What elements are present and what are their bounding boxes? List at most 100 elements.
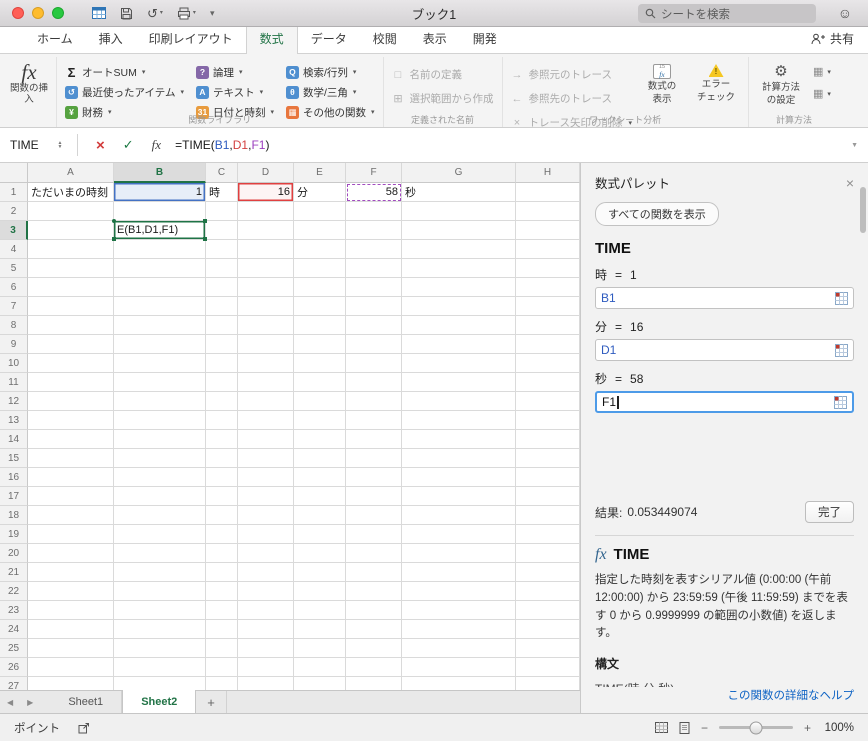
cell-C26[interactable] [206, 658, 238, 677]
cell-F3[interactable] [346, 221, 402, 240]
cell-B12[interactable] [114, 392, 206, 411]
selection-handle[interactable] [203, 219, 207, 223]
cell-G22[interactable] [402, 582, 516, 601]
sheet-tab-Sheet2[interactable]: Sheet2 [122, 690, 197, 713]
cell-F24[interactable] [346, 620, 402, 639]
cell-H11[interactable] [516, 373, 580, 392]
range-selector-icon[interactable] [834, 395, 847, 409]
calculation-options-button[interactable]: ⚙ 計算方法 の設定 [757, 59, 805, 114]
row-header-2[interactable]: 2 [0, 202, 28, 221]
cell-F5[interactable] [346, 259, 402, 278]
row-header-11[interactable]: 11 [0, 373, 28, 392]
cell-D25[interactable] [238, 639, 294, 658]
cell-H8[interactable] [516, 316, 580, 335]
cell-G16[interactable] [402, 468, 516, 487]
column-header-H[interactable]: H [516, 163, 580, 183]
cell-G27[interactable] [402, 677, 516, 690]
cell-G4[interactable] [402, 240, 516, 259]
zoom-out-button[interactable]: − [701, 722, 708, 734]
cell-G10[interactable] [402, 354, 516, 373]
row-header-4[interactable]: 4 [0, 240, 28, 259]
tab-データ[interactable]: データ [298, 24, 360, 53]
row-header-26[interactable]: 26 [0, 658, 28, 677]
tab-開発[interactable]: 開発 [460, 24, 510, 53]
add-sheet-button[interactable]: + [196, 691, 227, 713]
cell-F13[interactable] [346, 411, 402, 430]
cell-F6[interactable] [346, 278, 402, 297]
cell-F7[interactable] [346, 297, 402, 316]
prev-sheet-arrow-icon[interactable]: ◀ [0, 691, 20, 713]
cell-C15[interactable] [206, 449, 238, 468]
cell-E7[interactable] [294, 297, 346, 316]
insert-function-fx-button[interactable]: fx [152, 137, 161, 153]
cell-D6[interactable] [238, 278, 294, 297]
cell-D4[interactable] [238, 240, 294, 259]
cell-G19[interactable] [402, 525, 516, 544]
cell-C20[interactable] [206, 544, 238, 563]
close-panel-icon[interactable]: × [846, 176, 854, 190]
selection-handle[interactable] [203, 237, 207, 241]
cell-D11[interactable] [238, 373, 294, 392]
page-layout-view-icon[interactable] [679, 721, 690, 734]
cell-A4[interactable] [28, 240, 114, 259]
ribbon-math-trig-button[interactable]: θ 数学/三角 ▾ [285, 82, 375, 102]
cell-C4[interactable] [206, 240, 238, 259]
cell-H5[interactable] [516, 259, 580, 278]
column-header-C[interactable]: C [206, 163, 238, 183]
tab-表示[interactable]: 表示 [410, 24, 460, 53]
row-header-7[interactable]: 7 [0, 297, 28, 316]
ribbon-autosum-button[interactable]: Σ オートSUM ▾ [65, 62, 184, 82]
cell-F17[interactable] [346, 487, 402, 506]
cell-D14[interactable] [238, 430, 294, 449]
row-header-12[interactable]: 12 [0, 392, 28, 411]
cell-C11[interactable] [206, 373, 238, 392]
cell-F2[interactable] [346, 202, 402, 221]
expand-formula-bar-icon[interactable]: ▼ [851, 142, 858, 149]
cell-F19[interactable] [346, 525, 402, 544]
row-header-16[interactable]: 16 [0, 468, 28, 487]
cell-E10[interactable] [294, 354, 346, 373]
cell-B4[interactable] [114, 240, 206, 259]
cell-B11[interactable] [114, 373, 206, 392]
cell-H3[interactable] [516, 221, 580, 240]
cell-D26[interactable] [238, 658, 294, 677]
undo-icon[interactable]: ↺ ▾ [147, 7, 163, 20]
range-selector-icon[interactable] [835, 291, 848, 305]
cell-D3[interactable] [238, 221, 294, 240]
cell-H24[interactable] [516, 620, 580, 639]
cell-G17[interactable] [402, 487, 516, 506]
cell-H23[interactable] [516, 601, 580, 620]
cell-C21[interactable] [206, 563, 238, 582]
cell-B14[interactable] [114, 430, 206, 449]
row-header-6[interactable]: 6 [0, 278, 28, 297]
cell-H26[interactable] [516, 658, 580, 677]
row-header-25[interactable]: 25 [0, 639, 28, 658]
cell-D19[interactable] [238, 525, 294, 544]
print-icon[interactable]: ▾ [177, 7, 196, 20]
cell-A11[interactable] [28, 373, 114, 392]
cell-A10[interactable] [28, 354, 114, 373]
cell-D2[interactable] [238, 202, 294, 221]
cell-B18[interactable] [114, 506, 206, 525]
cell-F18[interactable] [346, 506, 402, 525]
cell-B25[interactable] [114, 639, 206, 658]
cell-A12[interactable] [28, 392, 114, 411]
cell-E2[interactable] [294, 202, 346, 221]
row-header-13[interactable]: 13 [0, 411, 28, 430]
cell-D7[interactable] [238, 297, 294, 316]
ribbon-logical-button[interactable]: ? 論理 ▾ [195, 62, 274, 82]
cell-E25[interactable] [294, 639, 346, 658]
row-header-19[interactable]: 19 [0, 525, 28, 544]
argument-field-F1[interactable]: F1 [595, 391, 854, 413]
cell-E16[interactable] [294, 468, 346, 487]
name-box-stepper[interactable]: ▲ ▼ [52, 140, 68, 150]
column-header-D[interactable]: D [238, 163, 294, 183]
cell-E1[interactable]: 分 [294, 183, 346, 202]
cell-B16[interactable] [114, 468, 206, 487]
row-header-9[interactable]: 9 [0, 335, 28, 354]
cell-H16[interactable] [516, 468, 580, 487]
trace-precedents-button[interactable]: → 参照元のトレース [511, 67, 633, 82]
cell-F21[interactable] [346, 563, 402, 582]
ribbon-text-button[interactable]: A テキスト ▾ [195, 82, 274, 102]
cell-C25[interactable] [206, 639, 238, 658]
